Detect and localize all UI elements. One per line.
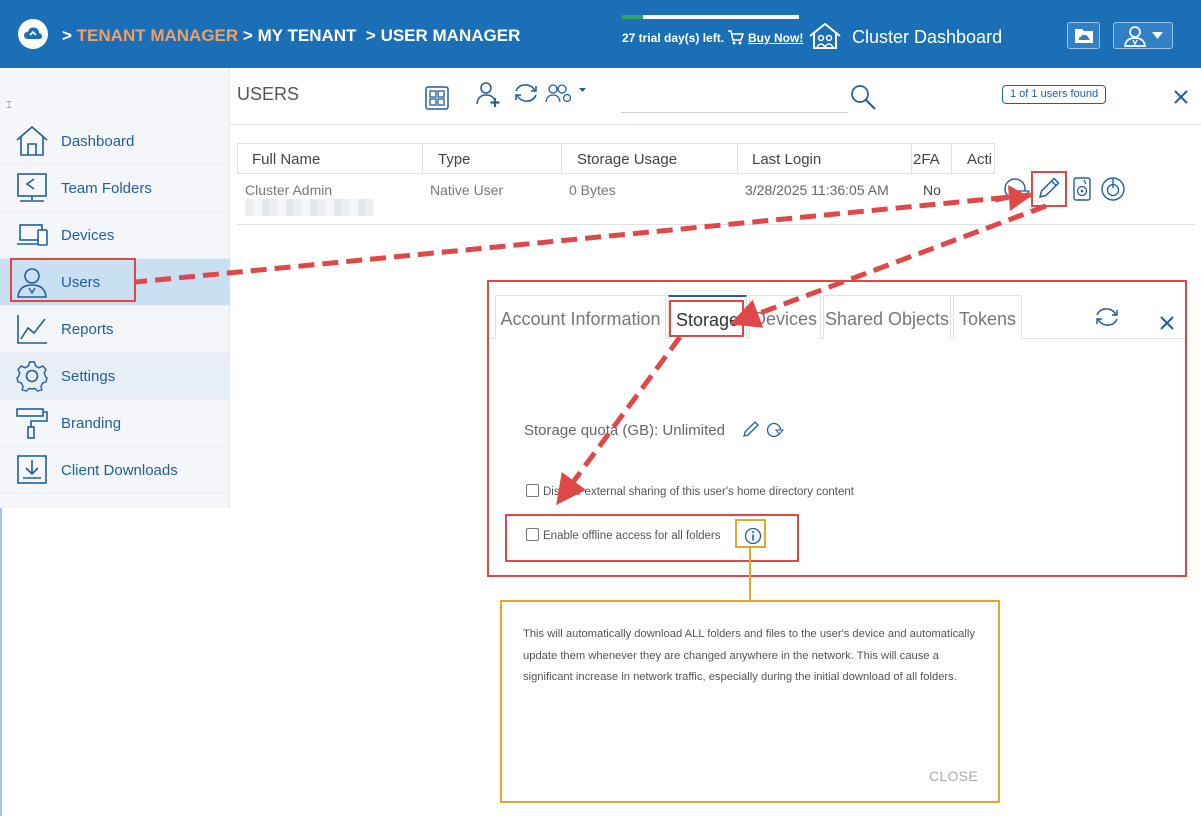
disable-external-sharing-label: Disable external sharing of this user's … <box>543 486 854 498</box>
close-icon[interactable] <box>1174 90 1188 104</box>
home-icon <box>16 125 48 156</box>
column-header-storage-usage[interactable]: Storage Usage <box>577 151 677 168</box>
sidebar-item-dashboard[interactable]: Dashboard <box>0 118 230 165</box>
trial-days-text: 27 trial day(s) left. <box>622 31 725 45</box>
sidebar-item-label: Branding <box>61 415 122 432</box>
breadcrumb-separator: > <box>62 26 72 45</box>
breadcrumb: > TENANT MANAGER > MY TENANT > USER MANA… <box>62 26 520 46</box>
cell-type: Native User <box>430 182 504 198</box>
team-folders-icon <box>17 173 47 202</box>
chevron-down-icon <box>1152 32 1163 39</box>
search-input[interactable] <box>621 112 848 113</box>
breadcrumb-tenant-manager[interactable]: TENANT MANAGER <box>77 26 239 45</box>
devices-icon <box>17 224 48 246</box>
app-logo[interactable] <box>18 19 48 49</box>
column-divider <box>911 144 912 173</box>
add-user-icon[interactable] <box>475 80 503 108</box>
edit-quota-icon[interactable] <box>742 420 760 438</box>
cell-last-login: 3/28/2025 11:36:05 AM <box>745 182 889 198</box>
sidebar-item-reports[interactable]: Reports <box>0 306 230 353</box>
sidebar-item-branding[interactable]: Branding <box>0 400 230 447</box>
grid-view-icon[interactable] <box>425 86 449 110</box>
cart-icon[interactable] <box>728 30 744 45</box>
client-downloads-icon <box>17 455 47 484</box>
tooltip-text: This will automatically download ALL fol… <box>523 628 975 683</box>
branding-icon <box>16 408 48 439</box>
search-icon[interactable] <box>850 84 876 110</box>
column-divider <box>951 144 952 173</box>
breadcrumb-separator: > <box>242 26 253 45</box>
breadcrumb-my-tenant[interactable]: MY TENANT <box>258 26 357 45</box>
close-panel-icon[interactable] <box>1160 316 1174 330</box>
annotation-storage-tab-box <box>669 300 744 337</box>
tab-shared-objects[interactable]: Shared Objects <box>823 295 951 339</box>
storage-quota-value: Unlimited <box>662 422 725 439</box>
top-bar: > TENANT MANAGER > MY TENANT > USER MANA… <box>0 0 1201 68</box>
reports-icon <box>17 315 47 344</box>
cell-storage-usage: 0 Bytes <box>569 182 616 198</box>
tab-devices[interactable]: Devices <box>749 295 821 339</box>
user-status-icon[interactable] <box>1004 177 1030 201</box>
settings-icon <box>16 361 48 392</box>
cell-full-name: Cluster Admin <box>245 182 333 198</box>
tab-account-information[interactable]: Account Information <box>495 295 666 339</box>
refresh-icon[interactable] <box>512 82 540 104</box>
sidebar-item-devices[interactable]: Devices <box>0 212 230 259</box>
column-divider <box>561 144 562 173</box>
buy-now-link[interactable]: Buy Now! <box>748 31 803 45</box>
breadcrumb-user-manager: USER MANAGER <box>380 26 521 45</box>
user-group-settings-icon[interactable] <box>545 82 587 104</box>
column-header-last-login[interactable]: Last Login <box>752 151 821 168</box>
column-header-actions[interactable]: Acti <box>967 151 992 168</box>
cell-2fa: No <box>923 182 941 198</box>
sidebar-item-label: Settings <box>61 368 116 385</box>
column-divider <box>422 144 423 173</box>
page-title: USERS <box>237 84 300 104</box>
toolbar-divider <box>230 124 1201 125</box>
collapse-handle-icon[interactable]: ⌶ <box>6 100 12 111</box>
trial-progress-fill <box>622 15 644 19</box>
sidebar-item-client-downloads[interactable]: Client Downloads <box>0 447 230 494</box>
user-menu-button[interactable] <box>1113 22 1173 49</box>
storage-drive-icon[interactable] <box>1072 176 1092 202</box>
reset-quota-icon[interactable] <box>766 421 784 439</box>
cluster-dashboard-icon[interactable] <box>808 22 842 50</box>
sidebar-item-label: Dashboard <box>61 133 135 150</box>
breadcrumb-separator: > <box>365 26 376 45</box>
tooltip-close-button[interactable]: CLOSE <box>929 768 978 784</box>
column-header-type[interactable]: Type <box>438 151 471 168</box>
refresh-icon[interactable] <box>1093 306 1121 328</box>
sidebar-item-label: Client Downloads <box>61 462 178 479</box>
sidebar-item-label: Devices <box>61 227 115 244</box>
user-icon <box>1124 26 1146 47</box>
annotation-info-icon-box <box>735 519 766 548</box>
redacted-email <box>245 199 373 216</box>
screen: { "header": { "breadcrumb_separator": ">… <box>0 0 1201 816</box>
column-header-2fa[interactable]: 2FA <box>913 151 940 168</box>
sidebar-item-settings[interactable]: Settings <box>0 353 230 400</box>
disable-external-sharing-checkbox[interactable] <box>526 484 539 497</box>
folder-icon <box>1075 29 1093 43</box>
column-header-full-name[interactable]: Full Name <box>252 151 320 168</box>
annotation-edit-box <box>1031 171 1067 207</box>
table-header: Full Name Type Storage Usage Last Login … <box>237 143 995 174</box>
storage-quota-label: Storage quota (GB): Unlimited <box>524 422 725 439</box>
storage-quota-caption: Storage quota (GB): <box>524 422 659 439</box>
sidebar-item-team-folders[interactable]: Team Folders <box>0 165 230 212</box>
file-browser-button[interactable] <box>1067 22 1100 49</box>
sidebar-item-label: Reports <box>61 321 114 338</box>
cluster-dashboard-link[interactable]: Cluster Dashboard <box>852 27 1002 48</box>
trial-progress-bar <box>622 15 799 19</box>
annotation-users-box <box>10 258 136 302</box>
sidebar-item-label: Team Folders <box>61 180 152 197</box>
info-tooltip: This will automatically download ALL fol… <box>500 600 1000 803</box>
tab-tokens[interactable]: Tokens <box>953 295 1022 339</box>
users-found-badge: 1 of 1 users found <box>1002 85 1107 104</box>
backup-icon[interactable] <box>1100 176 1126 202</box>
row-divider <box>237 224 1195 225</box>
column-divider <box>737 144 738 173</box>
